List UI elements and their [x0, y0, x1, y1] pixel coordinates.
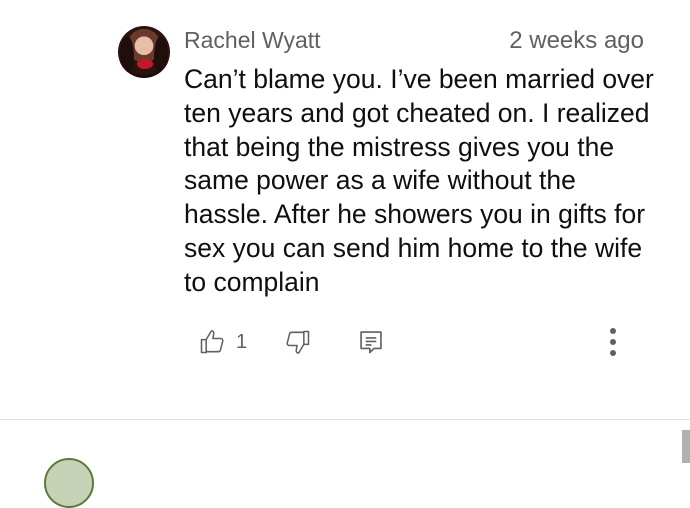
dislike-button[interactable]	[284, 322, 312, 362]
thumbs-down-icon	[284, 328, 312, 356]
avatar-hair-left	[120, 36, 134, 76]
scrollbar[interactable]	[682, 430, 690, 463]
comment-item: Rachel Wyatt 2 weeks ago Can’t blame you…	[0, 0, 690, 420]
like-count: 1	[236, 330, 248, 353]
comment-author[interactable]: Rachel Wyatt	[184, 27, 321, 54]
divider	[0, 419, 690, 420]
more-vertical-icon	[608, 326, 618, 358]
comment-text: Can’t blame you. I’ve been married over …	[184, 64, 654, 297]
reply-button[interactable]	[357, 322, 385, 362]
next-comment-avatar[interactable]	[44, 458, 94, 508]
comment-actions: 1	[0, 322, 690, 366]
comment-menu-button[interactable]	[600, 322, 626, 362]
like-button[interactable]: 1	[198, 322, 247, 362]
avatar[interactable]	[118, 26, 170, 78]
comment-timestamp: 2 weeks ago	[509, 27, 644, 54]
reply-icon	[357, 328, 385, 356]
avatar-lips	[137, 59, 153, 69]
avatar-hair-right	[154, 36, 168, 76]
thumbs-up-icon	[198, 328, 226, 356]
